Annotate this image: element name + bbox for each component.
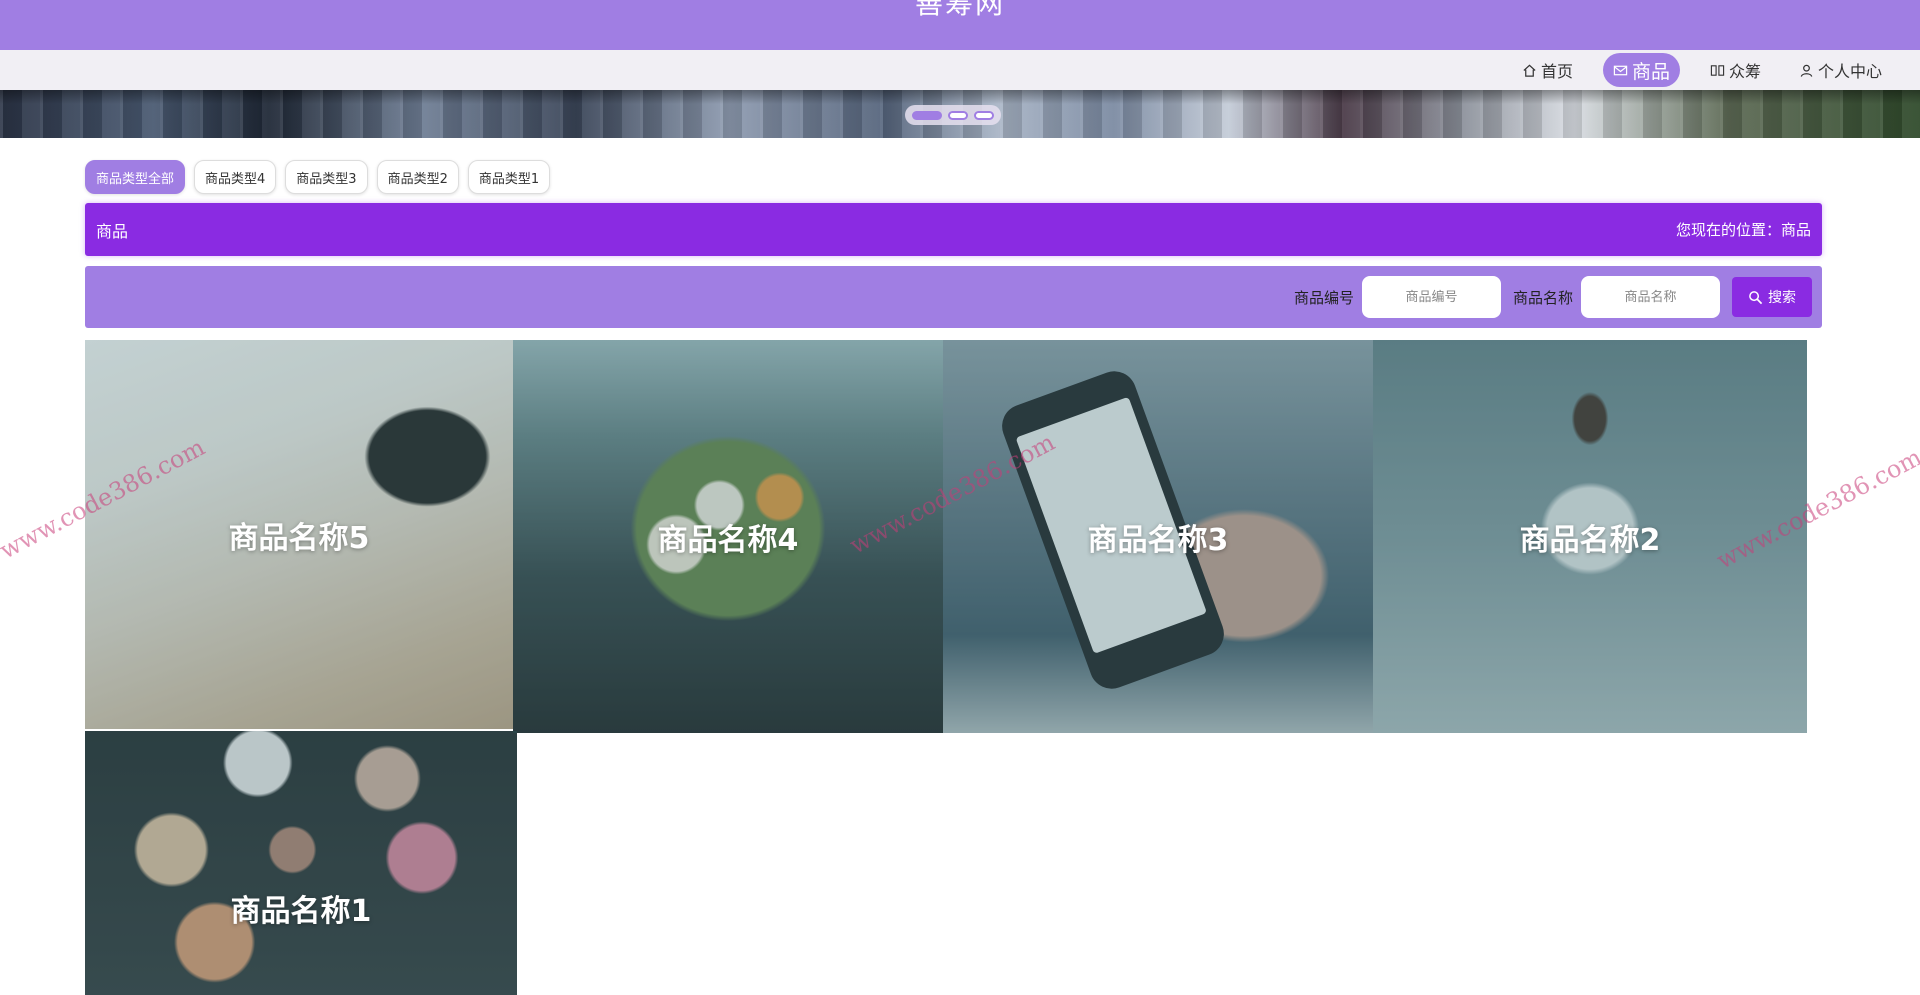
nav-products[interactable]: 商品 (1603, 53, 1681, 87)
section-header: 商品 您现在的位置：商品 (85, 203, 1822, 256)
product-card[interactable]: 商品名称5 (85, 340, 513, 729)
nav-user-center-label: 个人中心 (1818, 62, 1883, 81)
tab-category-1[interactable]: 商品类型1 (467, 160, 551, 194)
product-card[interactable]: 商品名称3 (943, 340, 1373, 733)
product-name-label: 商品名称 (1512, 288, 1573, 307)
site-title: 善筹网 (914, 0, 1005, 20)
tab-category-2[interactable]: 商品类型2 (376, 160, 459, 194)
product-card[interactable]: 商品名称4 (513, 340, 943, 733)
carousel-dot-2[interactable] (948, 110, 968, 120)
product-code-label: 商品编号 (1293, 288, 1354, 307)
search-bar: 商品编号 商品名称 搜索 (85, 266, 1822, 328)
nav-home-label: 首页 (1541, 62, 1574, 81)
search-button[interactable]: 搜索 (1732, 277, 1812, 317)
breadcrumb: 您现在的位置：商品 (1675, 221, 1811, 239)
carousel-indicators (905, 105, 1001, 125)
site-header: 善筹网 (0, 0, 1920, 50)
product-name-input[interactable] (1581, 276, 1720, 318)
product-name: 商品名称2 (1519, 522, 1661, 558)
product-name: 商品名称5 (228, 520, 370, 556)
user-icon (1800, 64, 1813, 77)
product-name: 商品名称4 (657, 522, 799, 558)
banner-carousel (0, 90, 1920, 138)
product-card[interactable]: 商品名称1 (85, 731, 517, 995)
product-card[interactable]: 商品名称2 (1373, 340, 1807, 733)
nav-user-center[interactable]: 个人中心 (1789, 53, 1892, 87)
search-icon (1749, 290, 1763, 304)
nav-home[interactable]: 首页 (1512, 53, 1583, 87)
category-tabs: 商品类型全部 商品类型4 商品类型3 商品类型2 商品类型1 (85, 160, 551, 194)
product-name: 商品名称3 (1087, 522, 1229, 558)
section-title: 商品 (96, 221, 129, 241)
nav-crowdfund-label: 众筹 (1729, 62, 1762, 81)
product-name: 商品名称1 (230, 894, 372, 929)
top-nav: 首页 商品 众筹 个人中心 (0, 50, 1920, 90)
home-icon (1523, 64, 1536, 77)
mail-icon (1613, 65, 1628, 75)
tab-category-all[interactable]: 商品类型全部 (85, 160, 186, 194)
nav-products-label: 商品 (1632, 60, 1671, 83)
product-code-input[interactable] (1361, 276, 1501, 318)
tab-category-3[interactable]: 商品类型3 (285, 160, 368, 194)
search-button-label: 搜索 (1768, 290, 1796, 306)
nav-crowdfund[interactable]: 众筹 (1700, 53, 1771, 87)
carousel-dot-1[interactable] (912, 110, 942, 120)
carousel-dot-3[interactable] (974, 110, 994, 120)
crowdfund-icon (1710, 64, 1725, 76)
tab-category-4[interactable]: 商品类型4 (194, 160, 277, 194)
